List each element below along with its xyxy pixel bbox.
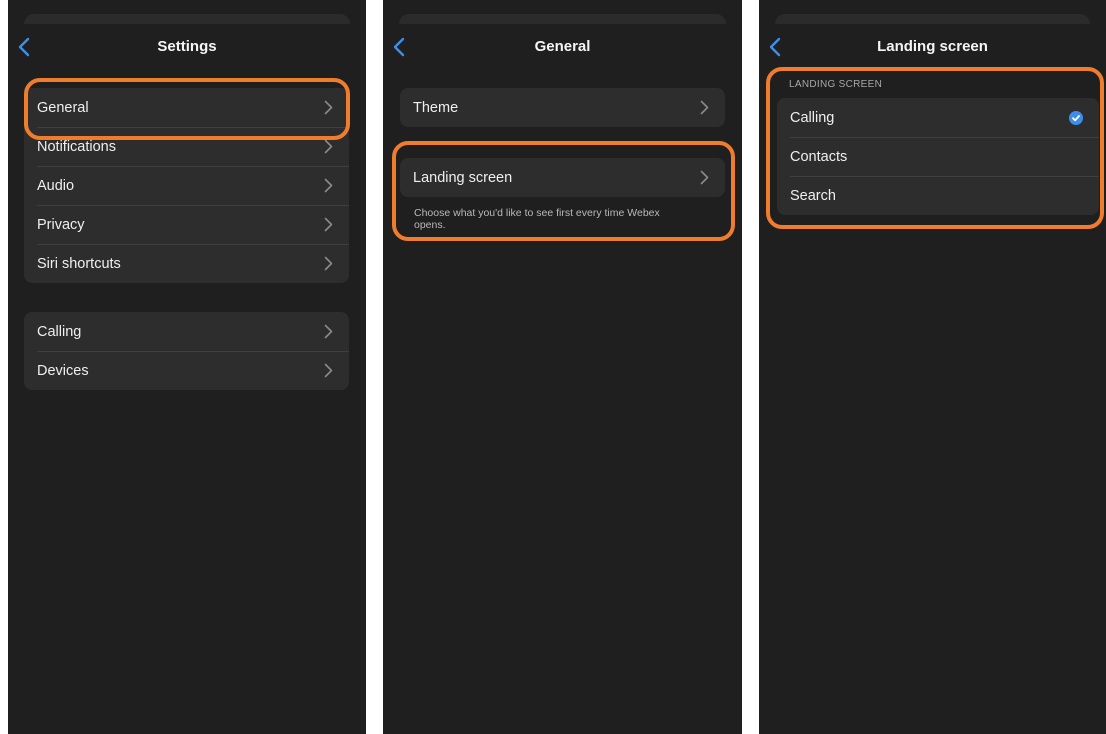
settings-item-label: Devices	[37, 362, 89, 379]
landing-option-search[interactable]: Search	[777, 176, 1099, 215]
settings-item-privacy[interactable]: Privacy	[24, 205, 349, 244]
page-title: Landing screen	[877, 38, 988, 55]
page-title: Settings	[157, 38, 217, 55]
settings-item-audio[interactable]: Audio	[24, 166, 349, 205]
chevron-right-icon	[324, 324, 333, 339]
landing-option-contacts[interactable]: Contacts	[777, 137, 1099, 176]
navigation-bar: Landing screen	[759, 24, 1106, 70]
chevron-right-icon	[324, 139, 333, 154]
chevron-right-icon	[324, 178, 333, 193]
landing-option-calling[interactable]: Calling	[777, 98, 1099, 137]
landing-option-label: Search	[790, 187, 836, 204]
general-item-label: Theme	[413, 99, 459, 116]
landing-options-group: Calling Contacts Search	[777, 98, 1099, 215]
settings-item-label: Privacy	[37, 216, 85, 233]
general-group-theme: Theme	[400, 88, 725, 127]
chevron-right-icon	[324, 217, 333, 232]
settings-item-devices[interactable]: Devices	[24, 351, 349, 390]
chevron-right-icon	[700, 100, 709, 115]
general-item-landing-screen[interactable]: Landing screen	[400, 158, 725, 197]
checkmark-icon	[1069, 111, 1083, 125]
landing-screen-note: Choose what you'd like to see first ever…	[414, 207, 660, 231]
chevron-right-icon	[324, 100, 333, 115]
general-group-landing: Landing screen	[400, 158, 725, 197]
settings-screen: Settings General Notifications Audio Pri…	[8, 0, 366, 734]
chevron-right-icon	[700, 170, 709, 185]
page-title: General	[534, 38, 591, 55]
chevron-right-icon	[324, 256, 333, 271]
general-item-theme[interactable]: Theme	[400, 88, 725, 127]
settings-item-label: Siri shortcuts	[37, 255, 121, 272]
settings-item-notifications[interactable]: Notifications	[24, 127, 349, 166]
landing-screen-screen: Landing screen LANDING SCREEN Calling Co…	[759, 0, 1106, 734]
navigation-bar: General	[383, 24, 742, 70]
settings-item-label: Audio	[37, 177, 75, 194]
landing-option-label: Calling	[790, 109, 835, 126]
general-item-label: Landing screen	[413, 169, 513, 186]
settings-group-calling: Calling Devices	[24, 312, 349, 390]
settings-item-label: Calling	[37, 323, 82, 340]
chevron-right-icon	[324, 363, 333, 378]
navigation-bar: Settings	[8, 24, 366, 70]
landing-option-label: Contacts	[790, 148, 848, 165]
settings-item-general[interactable]: General	[24, 88, 349, 127]
general-screen: General Theme Landing screen Choose what…	[383, 0, 742, 734]
section-header: LANDING SCREEN	[789, 79, 883, 90]
settings-group-general: General Notifications Audio Privacy Siri…	[24, 88, 349, 283]
settings-item-siri-shortcuts[interactable]: Siri shortcuts	[24, 244, 349, 283]
settings-item-calling[interactable]: Calling	[24, 312, 349, 351]
settings-item-label: Notifications	[37, 138, 116, 155]
settings-item-label: General	[37, 99, 89, 116]
